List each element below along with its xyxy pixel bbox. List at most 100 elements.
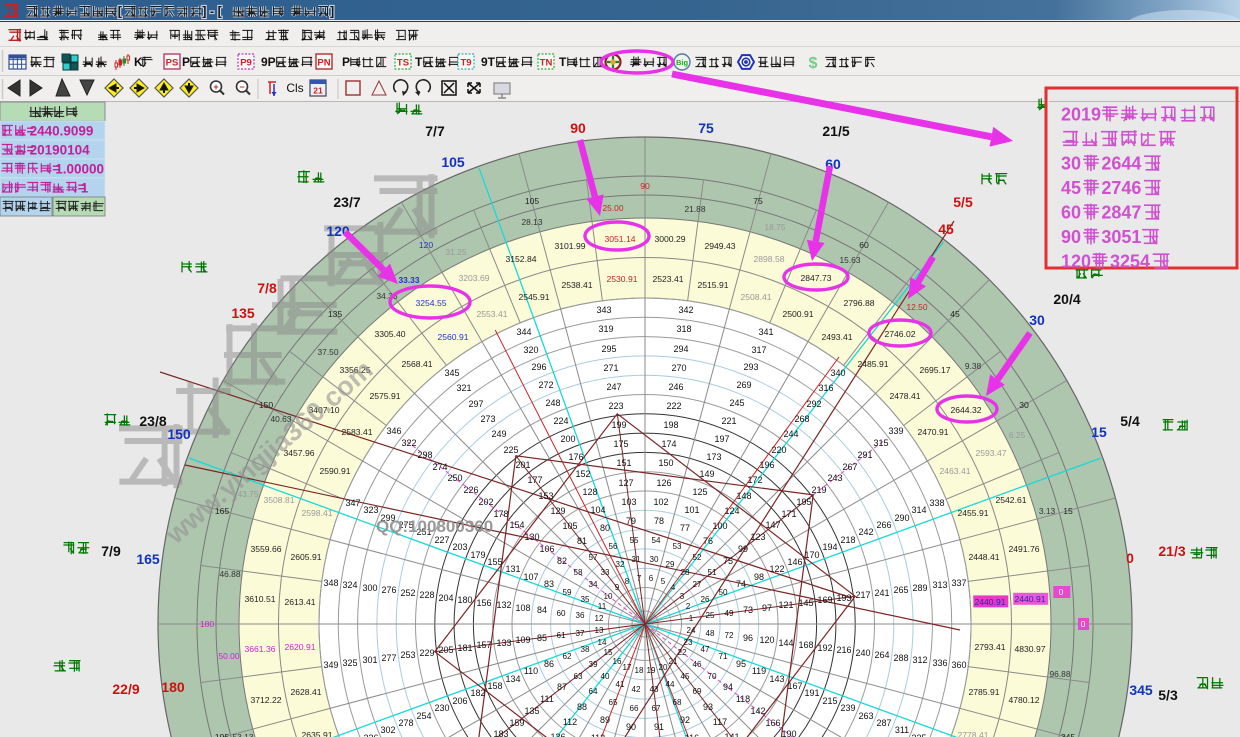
svg-text:318: 318 bbox=[676, 324, 691, 334]
svg-text:87: 87 bbox=[557, 682, 567, 692]
svg-text:116: 116 bbox=[685, 733, 699, 737]
svg-text:341: 341 bbox=[758, 327, 773, 337]
svg-text:2538.41: 2538.41 bbox=[561, 280, 592, 290]
svg-text:90: 90 bbox=[626, 722, 636, 732]
svg-text:229: 229 bbox=[419, 648, 434, 658]
svg-text:205: 205 bbox=[438, 645, 453, 655]
svg-text:3661.36: 3661.36 bbox=[244, 644, 275, 654]
svg-text:3508.81: 3508.81 bbox=[263, 495, 294, 505]
svg-text:0: 0 bbox=[1081, 619, 1086, 629]
svg-text:321: 321 bbox=[456, 383, 471, 393]
svg-text:18.75: 18.75 bbox=[765, 222, 786, 232]
svg-text:79: 79 bbox=[626, 516, 636, 526]
svg-text:287: 287 bbox=[876, 718, 891, 728]
svg-text:222: 222 bbox=[666, 401, 681, 411]
svg-text:2605.91: 2605.91 bbox=[290, 552, 321, 562]
svg-text:2635.91: 2635.91 bbox=[301, 730, 332, 737]
svg-text:198: 198 bbox=[663, 420, 678, 430]
svg-text:2847.73: 2847.73 bbox=[800, 273, 831, 283]
svg-text:65: 65 bbox=[608, 698, 618, 707]
svg-text:216: 216 bbox=[836, 645, 851, 655]
svg-text:113: 113 bbox=[591, 733, 605, 737]
svg-text:3.13: 3.13 bbox=[1039, 506, 1056, 516]
svg-text:4830.97: 4830.97 bbox=[1014, 644, 1045, 654]
svg-text:218: 218 bbox=[840, 535, 855, 545]
svg-text:3305.40: 3305.40 bbox=[374, 329, 405, 339]
svg-text:33.33: 33.33 bbox=[399, 275, 420, 285]
svg-text:168: 168 bbox=[798, 640, 813, 650]
svg-text:312: 312 bbox=[912, 655, 927, 665]
svg-text:68: 68 bbox=[672, 698, 682, 707]
svg-text:105: 105 bbox=[441, 154, 465, 170]
svg-text:6.25: 6.25 bbox=[1009, 430, 1026, 440]
svg-text:349: 349 bbox=[323, 660, 338, 670]
svg-text:24: 24 bbox=[686, 626, 696, 635]
svg-text:5: 5 bbox=[661, 577, 666, 586]
svg-text:5/4: 5/4 bbox=[1120, 413, 1140, 429]
svg-text:40: 40 bbox=[600, 672, 610, 681]
svg-text:180: 180 bbox=[457, 595, 472, 605]
svg-text:45: 45 bbox=[680, 672, 690, 681]
svg-text:313: 313 bbox=[932, 580, 947, 590]
svg-text:Big: Big bbox=[676, 58, 689, 67]
svg-text:2463.41: 2463.41 bbox=[939, 466, 970, 476]
svg-text:2793.41: 2793.41 bbox=[974, 642, 1005, 652]
svg-text:129: 129 bbox=[550, 506, 565, 516]
svg-text:2545.91: 2545.91 bbox=[518, 292, 549, 302]
svg-text:2695.17: 2695.17 bbox=[919, 365, 950, 375]
svg-text:3051.14: 3051.14 bbox=[604, 234, 635, 244]
svg-text:21/3: 21/3 bbox=[1158, 543, 1185, 559]
svg-text:194: 194 bbox=[822, 542, 837, 552]
svg-text:360: 360 bbox=[951, 660, 966, 670]
svg-text:170: 170 bbox=[804, 550, 819, 560]
svg-text:PN: PN bbox=[317, 58, 330, 69]
svg-text:33: 33 bbox=[600, 568, 610, 577]
svg-text:252: 252 bbox=[400, 588, 415, 598]
svg-text:3254.55: 3254.55 bbox=[415, 298, 446, 308]
svg-text:150: 150 bbox=[167, 426, 191, 442]
svg-text:12: 12 bbox=[594, 614, 604, 623]
svg-text:60: 60 bbox=[859, 240, 869, 250]
svg-text:298: 298 bbox=[417, 450, 432, 460]
svg-text:147: 147 bbox=[765, 520, 780, 530]
svg-text:248: 248 bbox=[545, 398, 560, 408]
svg-text:6: 6 bbox=[649, 574, 654, 583]
svg-text:2: 2 bbox=[686, 602, 691, 611]
svg-text:239: 239 bbox=[840, 703, 855, 713]
svg-text:145: 145 bbox=[798, 598, 813, 608]
svg-text:345: 345 bbox=[444, 368, 459, 378]
svg-text:108: 108 bbox=[515, 603, 530, 613]
svg-text:2491.76: 2491.76 bbox=[1008, 544, 1039, 554]
svg-text:10: 10 bbox=[603, 592, 613, 601]
svg-text:1: 1 bbox=[81, 181, 89, 196]
svg-text:143: 143 bbox=[769, 674, 784, 684]
svg-text:175: 175 bbox=[613, 439, 628, 449]
svg-text:QQ:100800360: QQ:100800360 bbox=[376, 517, 493, 536]
svg-text:9P: 9P bbox=[261, 55, 276, 69]
svg-text:243: 243 bbox=[827, 473, 842, 483]
svg-text:319: 319 bbox=[598, 324, 613, 334]
svg-text:118: 118 bbox=[736, 694, 750, 704]
svg-text:30: 30 bbox=[1019, 400, 1029, 410]
svg-text:177: 177 bbox=[527, 475, 542, 485]
svg-text:84: 84 bbox=[537, 605, 547, 615]
svg-text:47: 47 bbox=[700, 645, 710, 654]
svg-text:249: 249 bbox=[491, 429, 506, 439]
svg-text:120: 120 bbox=[759, 635, 774, 645]
svg-text:292: 292 bbox=[806, 399, 821, 409]
svg-text:48: 48 bbox=[705, 629, 715, 638]
svg-text:45: 45 bbox=[938, 221, 954, 237]
svg-text:25: 25 bbox=[705, 611, 715, 620]
svg-text:21.88: 21.88 bbox=[685, 204, 706, 214]
svg-text:3051: 3051 bbox=[1101, 227, 1141, 247]
svg-text:2440.91: 2440.91 bbox=[1014, 594, 1045, 604]
svg-text:72: 72 bbox=[724, 631, 734, 640]
svg-text:14: 14 bbox=[597, 638, 607, 647]
svg-text:53.13: 53.13 bbox=[233, 732, 254, 737]
svg-text:3559.66: 3559.66 bbox=[250, 544, 281, 554]
svg-text:] - [: ] - [ bbox=[202, 5, 222, 19]
svg-text:342: 342 bbox=[678, 305, 693, 315]
svg-text:278: 278 bbox=[398, 718, 413, 728]
svg-text:141: 141 bbox=[724, 732, 739, 737]
svg-text:2485.91: 2485.91 bbox=[857, 359, 888, 369]
